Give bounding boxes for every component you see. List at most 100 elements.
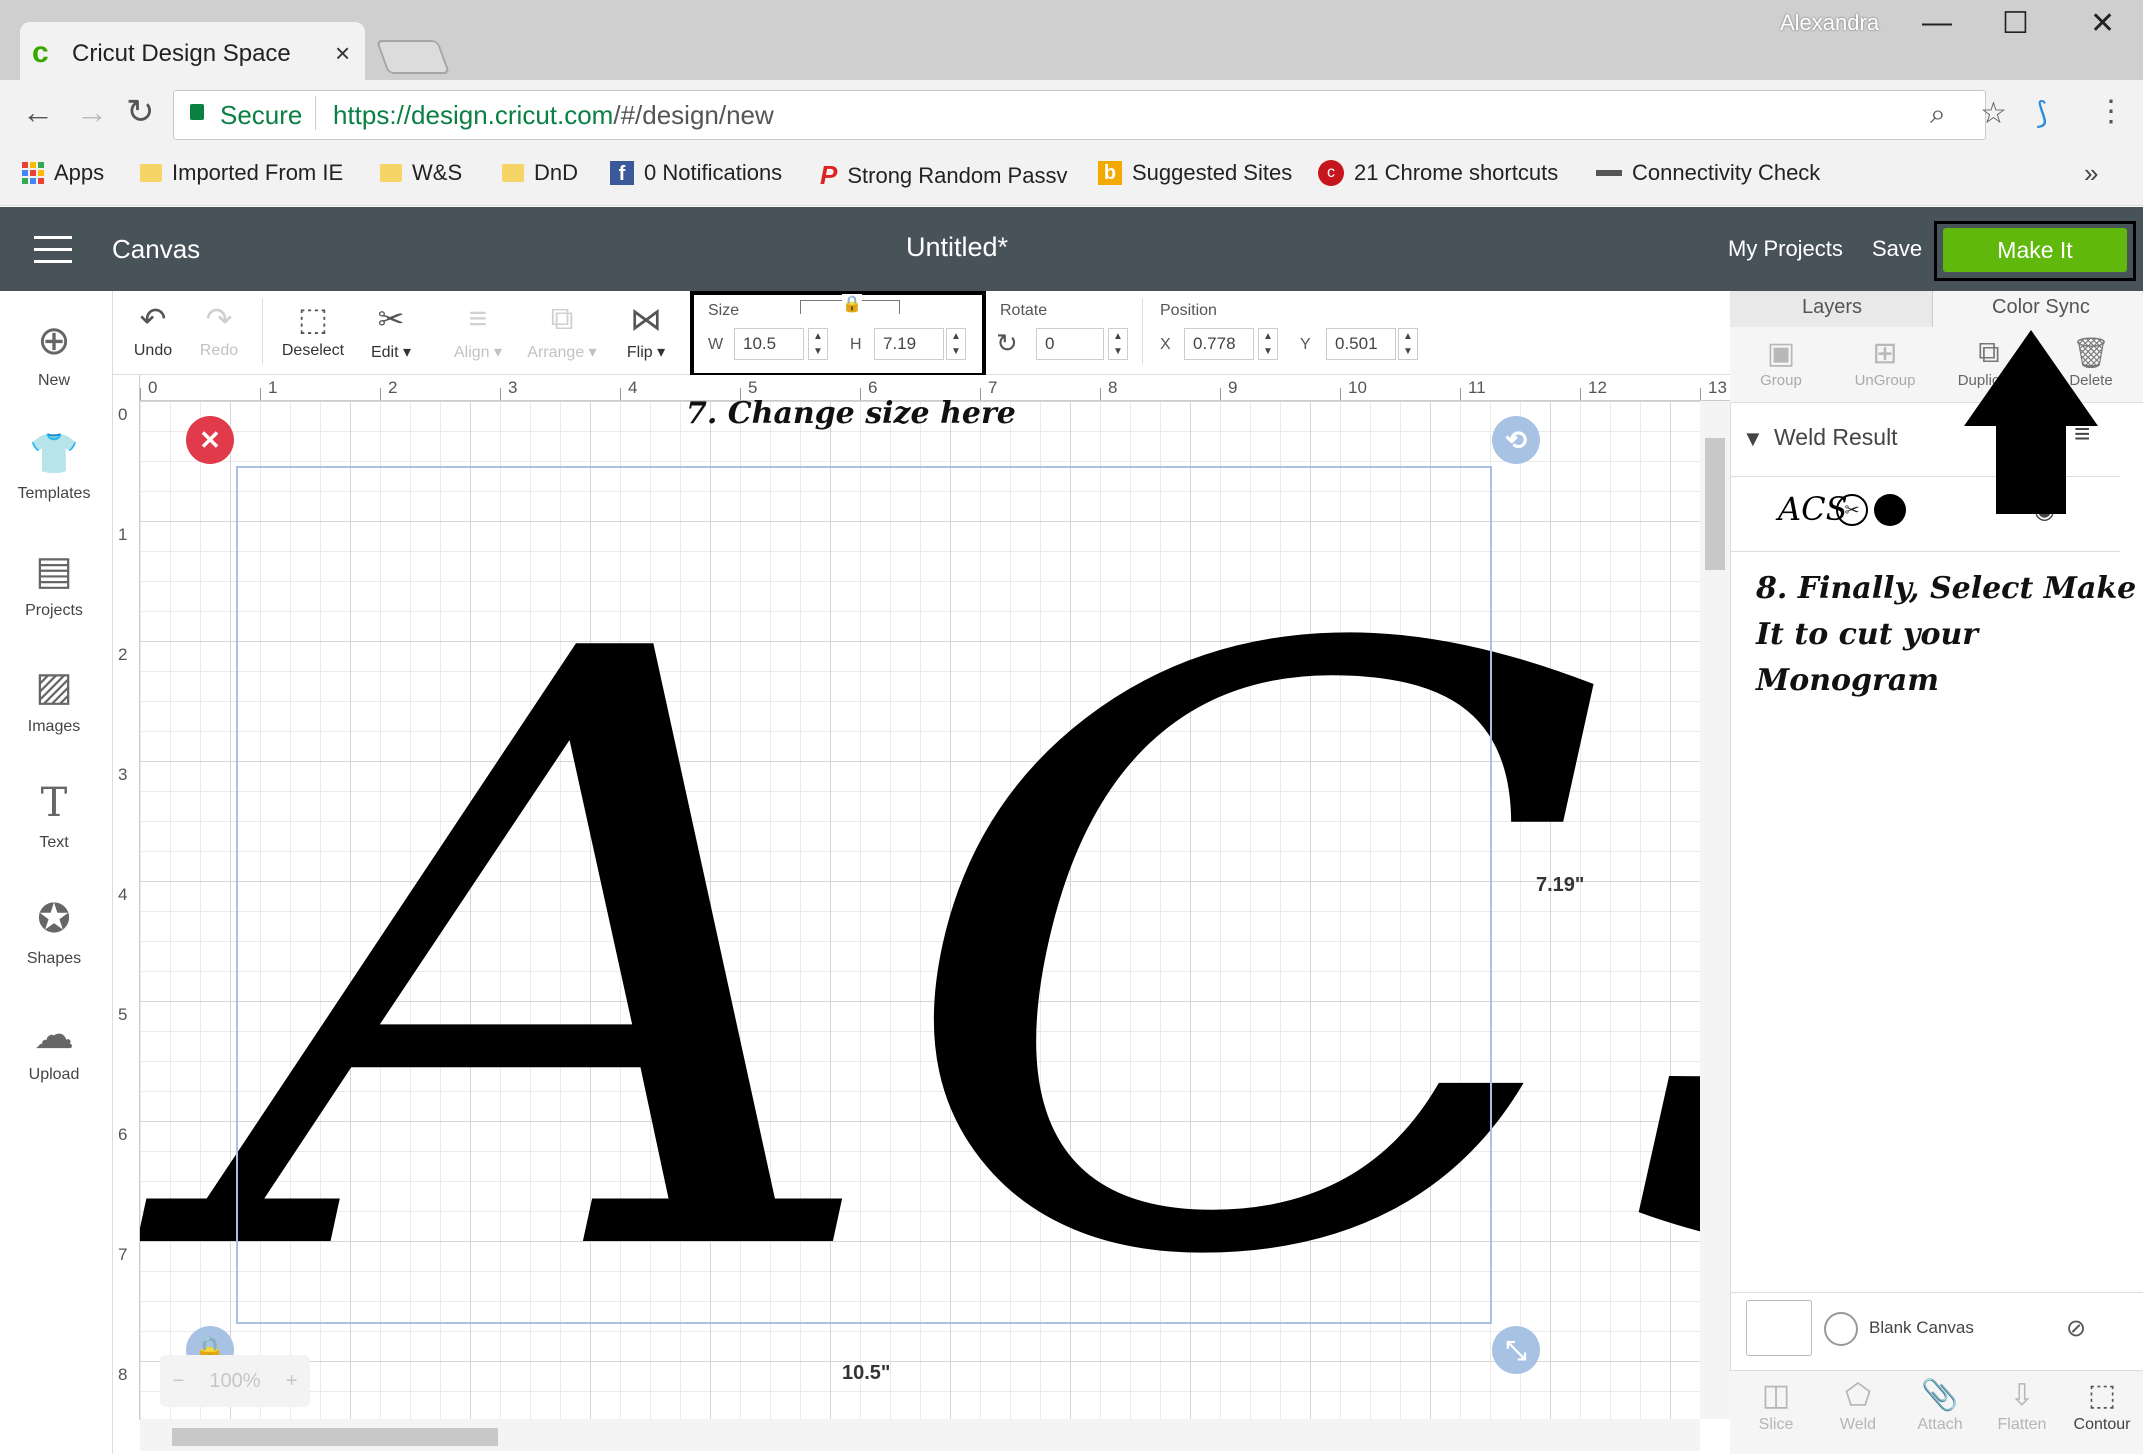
profile-name[interactable]: Alexandra bbox=[1780, 10, 1879, 36]
ruler-left-number: 5 bbox=[118, 1005, 128, 1024]
rail-upload[interactable]: ☁ Upload bbox=[0, 1012, 108, 1084]
url-host: https://design.cricut.com bbox=[333, 100, 614, 130]
rail-label: Text bbox=[39, 834, 69, 851]
rail-images[interactable]: ▨ Images bbox=[0, 664, 108, 736]
x-input[interactable]: 0.778 bbox=[1184, 328, 1254, 360]
deselect-button[interactable]: ⬚ Deselect bbox=[280, 300, 346, 360]
bookmark-strong-random-pass[interactable]: P Strong Random Passv bbox=[820, 160, 1067, 191]
ruler-top-tick bbox=[1100, 388, 1101, 400]
horizontal-scroll-thumb[interactable] bbox=[172, 1428, 498, 1446]
delete-handle-icon[interactable]: ✕ bbox=[186, 416, 234, 464]
width-label: W bbox=[708, 336, 724, 353]
reload-icon[interactable]: ↻ bbox=[126, 92, 155, 132]
connectivity-icon bbox=[1596, 170, 1622, 176]
new-tab-button[interactable] bbox=[375, 40, 451, 74]
width-dimension-label: 10.5" bbox=[842, 1362, 891, 1384]
my-projects-link[interactable]: My Projects bbox=[1728, 236, 1843, 262]
width-stepper[interactable]: ▲ ▼ bbox=[808, 328, 828, 360]
rail-shapes[interactable]: ✪ Shapes bbox=[0, 896, 108, 968]
slice-icon: ◫ bbox=[1761, 1379, 1791, 1412]
forward-icon[interactable]: → bbox=[76, 94, 108, 131]
ruler-top-tick bbox=[1340, 388, 1341, 400]
rail-templates[interactable]: 👕 Templates bbox=[0, 430, 108, 503]
back-icon[interactable]: ← bbox=[22, 94, 54, 131]
vertical-scroll-thumb[interactable] bbox=[1705, 438, 1725, 570]
contour-button[interactable]: ⬚ Contour bbox=[2062, 1378, 2142, 1434]
hidden-eye-icon[interactable]: ⊘ bbox=[2066, 1314, 2086, 1343]
bookmark-ws[interactable]: W&S bbox=[380, 160, 462, 186]
minimize-icon[interactable]: — bbox=[1922, 6, 1952, 40]
menu-kebab-icon[interactable]: ⋮ bbox=[2096, 94, 2126, 129]
cut-operation-icon[interactable]: ✂ bbox=[1836, 494, 1868, 526]
more-bookmarks-icon[interactable]: » bbox=[2084, 158, 2098, 189]
upload-cloud-icon: ☁ bbox=[34, 1013, 74, 1057]
height-stepper[interactable]: ▲ ▼ bbox=[946, 328, 966, 360]
edit-button[interactable]: ✂ Edit ▾ bbox=[362, 300, 420, 362]
url-text[interactable]: https://design.cricut.com/#/design/new bbox=[333, 100, 774, 131]
arrange-button[interactable]: ⧉ Arrange ▾ bbox=[522, 300, 602, 362]
group-label: Group bbox=[1760, 372, 1802, 389]
flatten-button[interactable]: ⇩ Flatten bbox=[1982, 1378, 2062, 1434]
width-input[interactable]: 10.5 bbox=[734, 328, 804, 360]
bookmark-dnd[interactable]: DnD bbox=[502, 160, 578, 186]
bookmark-chrome-shortcuts[interactable]: c 21 Chrome shortcuts bbox=[1318, 160, 1558, 186]
rail-projects[interactable]: ▤ Projects bbox=[0, 548, 108, 620]
bookmark-label: 0 Notifications bbox=[644, 160, 783, 185]
x-stepper[interactable]: ▲ ▼ bbox=[1258, 328, 1278, 360]
weld-button[interactable]: ⬠ Weld bbox=[1818, 1378, 1898, 1434]
zoom-icon[interactable]: ⌕ bbox=[1930, 98, 1946, 131]
contour-icon: ⬚ bbox=[2087, 1379, 2117, 1412]
rail-text[interactable]: T Text bbox=[0, 780, 108, 852]
bookmark-connectivity-check[interactable]: Connectivity Check bbox=[1596, 160, 1820, 186]
bookmark-suggested-sites[interactable]: b Suggested Sites bbox=[1098, 160, 1292, 186]
maximize-icon[interactable]: ☐ bbox=[2002, 6, 2029, 41]
y-input[interactable]: 0.501 bbox=[1326, 328, 1396, 360]
hamburger-menu-icon[interactable] bbox=[34, 236, 72, 263]
lock-proportions-icon[interactable]: 🔒 bbox=[842, 294, 862, 314]
zoom-in-button[interactable]: + bbox=[286, 1370, 298, 1393]
color-swatch[interactable] bbox=[1874, 494, 1906, 526]
bookmark-imported-from-ie[interactable]: Imported From IE bbox=[140, 160, 343, 186]
rotate-stepper[interactable]: ▲ ▼ bbox=[1108, 328, 1128, 360]
close-window-icon[interactable]: ✕ bbox=[2090, 6, 2115, 41]
bookmark-apps[interactable]: Apps bbox=[22, 160, 104, 186]
shirt-icon: 👕 bbox=[29, 432, 79, 476]
make-it-button[interactable]: Make It bbox=[1943, 228, 2127, 272]
height-input[interactable]: 7.19 bbox=[874, 328, 944, 360]
resize-handle-icon[interactable]: ⤡ bbox=[1492, 1326, 1540, 1374]
ungroup-button[interactable]: ⊞ UnGroup bbox=[1840, 336, 1930, 389]
rail-new[interactable]: ⊕ New bbox=[0, 318, 108, 390]
blank-canvas-color[interactable] bbox=[1824, 1312, 1858, 1346]
tab-color-sync[interactable]: Color Sync bbox=[1992, 296, 2090, 319]
ruler-left-number: 3 bbox=[118, 765, 128, 784]
tab-title: Cricut Design Space bbox=[72, 40, 291, 67]
rotate-input[interactable]: 0 bbox=[1036, 328, 1104, 360]
attach-button[interactable]: 📎 Attach bbox=[1900, 1378, 1980, 1434]
document-title[interactable]: Untitled* bbox=[906, 232, 1008, 263]
undo-button[interactable]: ↶ Undo bbox=[130, 300, 176, 360]
redo-button[interactable]: ↷ Redo bbox=[196, 300, 242, 360]
height-label: H bbox=[850, 336, 862, 353]
bing-icon: b bbox=[1098, 161, 1122, 185]
flip-button[interactable]: ⋈ Flip ▾ bbox=[620, 300, 672, 362]
y-stepper[interactable]: ▲ ▼ bbox=[1398, 328, 1418, 360]
selection-box[interactable] bbox=[236, 466, 1492, 1324]
text-icon: T bbox=[40, 780, 68, 826]
zoom-out-button[interactable]: − bbox=[173, 1370, 185, 1393]
align-button[interactable]: ≡ Align ▾ bbox=[448, 300, 508, 362]
zoom-control: − 100% + bbox=[160, 1355, 310, 1407]
extension-icon[interactable]: ⟆ bbox=[2036, 96, 2048, 131]
collapse-caret-icon[interactable]: ▼ bbox=[1742, 426, 1764, 452]
save-button[interactable]: Save bbox=[1872, 236, 1922, 262]
slice-button[interactable]: ◫ Slice bbox=[1736, 1378, 1816, 1434]
group-button[interactable]: ▣ Group bbox=[1736, 336, 1826, 389]
tab-close-icon[interactable]: × bbox=[335, 38, 350, 69]
tab-layers[interactable]: Layers bbox=[1802, 296, 1862, 319]
blank-canvas-swatch[interactable] bbox=[1746, 1300, 1812, 1356]
ruler-top-tick bbox=[740, 388, 741, 400]
bookmark-star-icon[interactable]: ☆ bbox=[1980, 96, 2007, 131]
bookmark-notifications[interactable]: f 0 Notifications bbox=[610, 160, 782, 186]
ruler-left-number: 8 bbox=[118, 1365, 128, 1384]
ruler-left-number: 7 bbox=[118, 1245, 128, 1264]
rotate-handle-icon[interactable]: ⟲ bbox=[1492, 416, 1540, 464]
